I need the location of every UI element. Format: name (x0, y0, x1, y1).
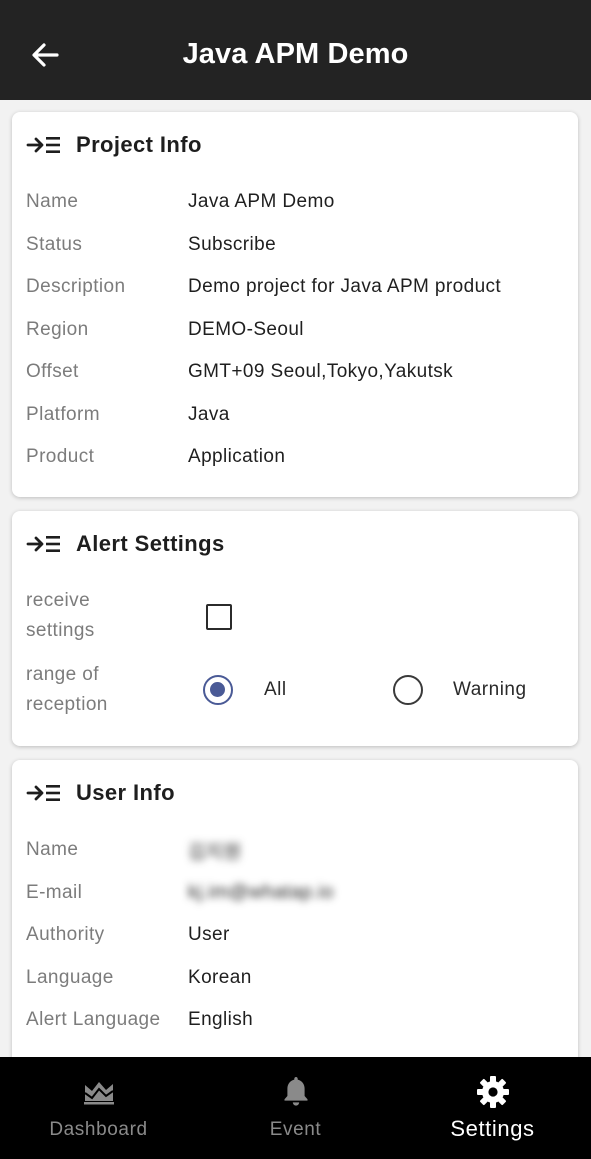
row-label: Description (26, 276, 126, 297)
user-row-name: Name 김지원 (26, 835, 242, 865)
row-label: Offset (26, 361, 79, 382)
user-row-email: E-mail kj.im@whatap.io (26, 878, 334, 908)
info-row-product: Product Application (26, 442, 285, 472)
nav-dashboard[interactable]: Dashboard (0, 1057, 197, 1159)
info-row-name: Name Java APM Demo (26, 187, 335, 217)
receive-settings-label: receive settings (26, 590, 95, 641)
range-all-radio[interactable] (203, 675, 233, 705)
row-label: Product (26, 446, 95, 467)
user-info-title: User Info (76, 780, 175, 805)
dashboard-icon (83, 1082, 114, 1105)
project-info-title: Project Info (76, 132, 202, 157)
user-info-header: User Info (26, 780, 175, 806)
app-bar: Java APM Demo (0, 0, 591, 100)
range-warning-label[interactable]: Warning (453, 679, 527, 701)
row-label: Region (26, 319, 89, 340)
alert-settings-card: Alert Settings receive settings range of… (12, 511, 578, 746)
row-value: Application (188, 446, 286, 467)
gear-icon (476, 1076, 509, 1108)
project-info-card: Project Info Name Java APM Demo Status Sub… (12, 112, 578, 497)
user-row-authority: Authority User (26, 920, 230, 950)
page-title: Java APM Demo (182, 38, 409, 70)
alert-settings-title: Alert Settings (76, 531, 225, 556)
info-row-region: Region DEMO-Seoul (26, 315, 304, 345)
nav-event-label: Event (269, 1119, 322, 1140)
row-value: User (188, 924, 230, 945)
row-label: Name (26, 191, 79, 212)
row-label: Name (26, 839, 79, 860)
row-value: Java APM Demo (188, 191, 335, 212)
bell-icon (284, 1077, 307, 1106)
row-value: DEMO-Seoul (188, 319, 304, 340)
row-value: Subscribe (188, 234, 277, 255)
nav-dashboard-label: Dashboard (49, 1119, 148, 1140)
row-value: GMT+09 Seoul,Tokyo,Yakutsk (188, 361, 454, 382)
indent-list-icon (26, 785, 60, 801)
range-of-reception-label: range of reception (26, 664, 108, 715)
receive-settings-checkbox[interactable] (206, 604, 232, 630)
user-email-value: kj.im@whatap.io (188, 882, 334, 903)
row-label: Authority (26, 924, 105, 945)
info-row-description: Description Demo project for Java APM pro… (26, 272, 501, 302)
info-row-offset: Offset GMT+09 Seoul,Tokyo,Yakutsk (26, 357, 453, 387)
row-label: Status (26, 234, 83, 255)
row-label: E-mail (26, 882, 83, 903)
row-value: English (188, 1009, 254, 1030)
user-info-card: User Info Name 김지원 E-mail kj.im@whatap.io … (12, 760, 578, 1080)
row-value: Demo project for Java APM product (188, 276, 502, 297)
project-info-header: Project Info (26, 132, 202, 158)
range-warning-radio[interactable] (393, 675, 423, 705)
nav-settings[interactable]: Settings (394, 1057, 591, 1159)
row-label: Alert Language (26, 1009, 161, 1030)
row-label: Language (26, 967, 114, 988)
nav-settings-label: Settings (450, 1116, 535, 1141)
alert-settings-header: Alert Settings (26, 531, 225, 557)
row-label: Platform (26, 404, 100, 425)
user-row-alert-language: Alert Language English (26, 1005, 253, 1035)
indent-list-icon (26, 536, 60, 552)
info-row-platform: Platform Java (26, 400, 230, 430)
nav-event[interactable]: Event (197, 1057, 394, 1159)
row-value: Korean (188, 967, 252, 988)
bottom-navigation: Dashboard Event Settings (0, 1057, 591, 1159)
row-value: Java (188, 404, 230, 425)
user-name-value: 김지원 (188, 841, 242, 863)
info-row-status: Status Subscribe (26, 230, 276, 260)
range-all-label[interactable]: All (264, 679, 287, 701)
indent-list-icon (26, 137, 60, 153)
user-row-language: Language Korean (26, 963, 252, 993)
